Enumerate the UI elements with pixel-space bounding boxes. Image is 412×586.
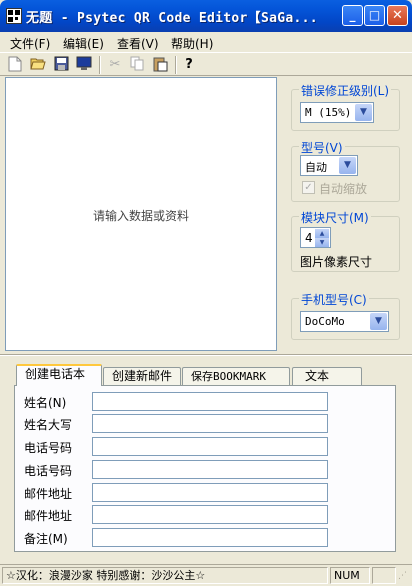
menu-bar: 文件(F) 编辑(E) 查看(V) 帮助(H) <box>0 32 412 52</box>
error-correction-title: 错误修正级别(L) <box>299 82 392 99</box>
auto-zoom-checkbox[interactable]: ✓ <box>302 181 315 194</box>
menu-edit[interactable]: 编辑(E) <box>63 35 104 52</box>
toolbar-separator <box>175 56 177 74</box>
model-group: 型号(V) 自动 ▼ ✓ 自动缩放 <box>291 139 400 202</box>
module-size-group: 模块尺寸(M) 4 ▲ ▼ 图片像素尺寸 <box>291 209 400 272</box>
copy-icon[interactable] <box>128 56 146 74</box>
new-icon[interactable] <box>6 56 24 74</box>
name-caps-input[interactable] <box>92 414 328 433</box>
error-correction-select[interactable]: M (15%) ▼ <box>300 102 374 123</box>
phone-model-value: DoCoMo <box>305 315 345 328</box>
status-credits: ☆汉化：浪漫沙家 特别感谢：沙沙公主☆ <box>2 567 328 584</box>
paste-icon[interactable] <box>151 56 169 74</box>
monitor-icon[interactable] <box>75 56 93 74</box>
name-input[interactable] <box>92 392 328 411</box>
phone-model-select[interactable]: DoCoMo ▼ <box>300 311 389 332</box>
pixel-size-label: 图片像素尺寸 <box>300 255 373 269</box>
module-size-spinner[interactable]: 4 ▲ ▼ <box>300 227 331 248</box>
model-value: 自动 <box>305 161 327 174</box>
toolbar-separator <box>99 56 101 74</box>
maximize-button[interactable]: □ <box>364 5 385 26</box>
minimize-button[interactable]: _ <box>342 5 363 26</box>
chevron-down-icon[interactable]: ▼ <box>339 157 356 174</box>
email-input-1[interactable] <box>92 483 328 502</box>
module-size-value: 4 <box>305 231 313 245</box>
window-title: 无题 - Psytec QR Code Editor【SaGa... <box>26 11 318 26</box>
open-icon[interactable] <box>29 56 47 74</box>
chevron-down-icon[interactable]: ▼ <box>315 238 329 247</box>
close-button[interactable]: ✕ <box>387 5 408 26</box>
pane-splitter[interactable] <box>0 354 412 356</box>
chevron-up-icon[interactable]: ▲ <box>315 229 329 238</box>
cut-icon[interactable]: ✂ <box>106 56 124 74</box>
model-title: 型号(V) <box>299 139 345 156</box>
email-label-2: 邮件地址 <box>24 509 73 523</box>
phone-model-title: 手机型号(C) <box>299 291 369 308</box>
error-correction-group: 错误修正级别(L) M (15%) ▼ <box>291 82 400 131</box>
tab-text[interactable]: 文本 <box>292 367 362 385</box>
email-label-1: 邮件地址 <box>24 487 73 501</box>
tab-bookmark[interactable]: 保存BOOKMARK <box>182 367 290 385</box>
status-pane-empty <box>372 567 396 584</box>
save-icon[interactable] <box>52 56 70 74</box>
phone-model-group: 手机型号(C) DoCoMo ▼ <box>291 291 400 340</box>
chevron-down-icon[interactable]: ▼ <box>355 104 372 121</box>
phone-label-1: 电话号码 <box>24 441 73 455</box>
tab-new-mail[interactable]: 创建新邮件 <box>103 367 181 385</box>
memo-label: 备注(M) <box>24 532 68 546</box>
name-label: 姓名(N) <box>24 396 67 410</box>
tab-phonebook[interactable]: 创建电话本 <box>16 364 102 386</box>
email-input-2[interactable] <box>92 505 328 524</box>
phone-input-1[interactable] <box>92 437 328 456</box>
phone-label-2: 电话号码 <box>24 464 73 478</box>
memo-input[interactable] <box>92 528 328 547</box>
menu-file[interactable]: 文件(F) <box>10 35 50 52</box>
help-icon[interactable]: ? <box>180 56 198 74</box>
toolbar: ✂ ? <box>0 52 412 76</box>
chevron-down-icon[interactable]: ▼ <box>370 313 387 330</box>
qr-app-icon[interactable] <box>6 8 22 24</box>
status-num: NUM <box>330 567 370 584</box>
phone-input-2[interactable] <box>92 460 328 479</box>
error-correction-value: M (15%) <box>305 106 352 119</box>
data-input-area[interactable]: 请输入数据或资料 <box>5 77 277 351</box>
data-placeholder: 请输入数据或资料 <box>92 209 189 223</box>
name-caps-label: 姓名大写 <box>24 418 73 432</box>
menu-view[interactable]: 查看(V) <box>117 35 159 52</box>
menu-help[interactable]: 帮助(H) <box>171 35 213 52</box>
auto-zoom-label: 自动缩放 <box>319 182 368 196</box>
status-bar: ☆汉化：浪漫沙家 特别感谢：沙沙公主☆ NUM ⋰ <box>0 564 412 586</box>
title-bar[interactable]: 无题 - Psytec QR Code Editor【SaGa... _ □ ✕ <box>0 0 412 32</box>
model-select[interactable]: 自动 ▼ <box>300 155 358 176</box>
module-size-title: 模块尺寸(M) <box>299 209 371 226</box>
resize-grip-icon[interactable]: ⋰ <box>398 571 410 583</box>
